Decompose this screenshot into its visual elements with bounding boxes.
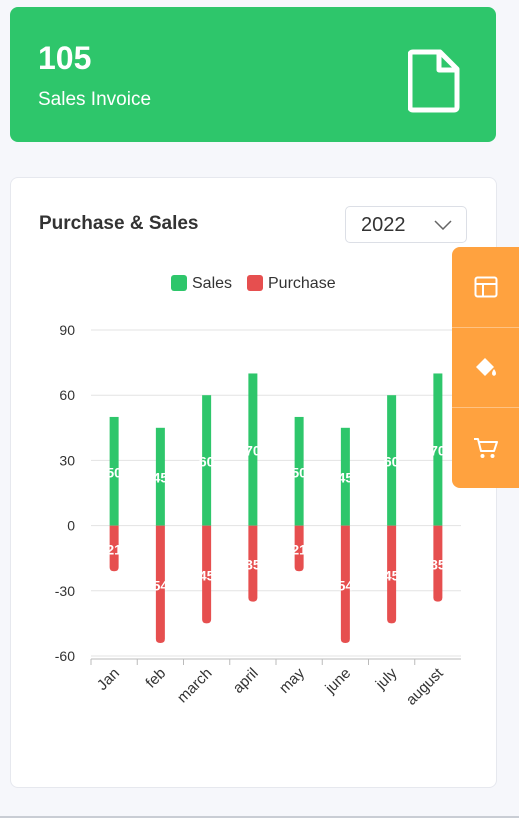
x-tick-label: april	[230, 665, 262, 697]
bar-chart: Sales Purchase 90 60 30 0 -30 -60 50 21 Jan 45 54 feb…	[55, 275, 461, 709]
y-tick-label: 30	[59, 452, 75, 468]
y-tick-label: -30	[55, 583, 75, 599]
purchase-data-label: 54	[338, 577, 354, 593]
x-tick-label: march	[174, 665, 215, 706]
layout-icon	[474, 276, 497, 298]
legend-label: Purchase	[268, 275, 336, 292]
stat-label: Sales Invoice	[38, 89, 152, 110]
y-tick-label: -60	[55, 648, 75, 664]
sales-data-label: 70	[430, 443, 446, 459]
sales-data-label: 60	[384, 453, 400, 469]
purchase-data-label: 54	[153, 577, 169, 593]
legend-swatch	[247, 275, 263, 291]
stat-value: 105	[38, 40, 92, 76]
sales-data-label: 50	[106, 464, 122, 480]
purchase-data-label: 45	[384, 568, 400, 584]
y-tick-label: 60	[59, 387, 75, 403]
legend-label: Sales	[192, 275, 232, 292]
purchase-data-label: 45	[199, 568, 215, 584]
purchase-sales-card: Purchase & Sales 2022 Sales Purchase 90 60 3…	[10, 177, 497, 788]
layout-button[interactable]	[452, 247, 519, 327]
purchase-data-label: 35	[245, 557, 261, 573]
sales-data-label: 60	[199, 453, 215, 469]
sales-invoice-card[interactable]: 105 Sales Invoice	[10, 7, 496, 142]
paint-bucket-icon	[475, 358, 496, 376]
side-panel	[452, 247, 519, 488]
x-tick-label: may	[276, 664, 308, 696]
sales-data-label: 50	[291, 464, 307, 480]
x-tick-label: july	[372, 664, 401, 693]
sales-data-label: 70	[245, 443, 261, 459]
x-tick-label: Jan	[94, 665, 123, 694]
y-tick-label: 90	[59, 322, 75, 338]
purchase-data-label: 35	[430, 557, 446, 573]
cart-icon	[473, 438, 498, 458]
purchase-data-label: 21	[106, 541, 122, 557]
x-tick-label: august	[403, 664, 447, 708]
sales-data-label: 45	[153, 470, 169, 486]
purchase-data-label: 21	[291, 541, 307, 557]
x-tick-label: feb	[142, 665, 169, 692]
x-tick-label: june	[321, 665, 354, 698]
legend-swatch	[171, 275, 187, 291]
sales-data-label: 45	[338, 470, 354, 486]
theme-button[interactable]	[452, 327, 519, 408]
file-icon	[408, 49, 460, 113]
cart-button[interactable]	[452, 407, 519, 488]
y-tick-label: 0	[67, 518, 75, 534]
